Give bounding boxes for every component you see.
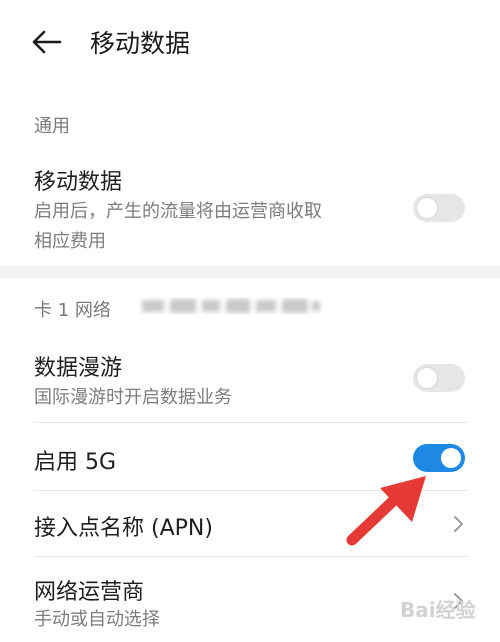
apn-title[interactable]: 接入点名称 (APN): [34, 510, 213, 542]
chevron-right-icon[interactable]: [452, 515, 466, 533]
watermark-text: Bai经验: [400, 598, 476, 622]
toggle-knob: [417, 368, 437, 388]
toggle-knob: [441, 448, 461, 468]
row-divider: [34, 422, 468, 423]
roaming-toggle[interactable]: [413, 364, 465, 392]
mobile-data-description-line1: 启用后，产生的流量将由运营商收取: [34, 201, 322, 222]
mobile-data-toggle[interactable]: [413, 194, 465, 222]
section-title-general: 通用: [34, 116, 70, 137]
toggle-knob: [417, 198, 437, 218]
carrier-title[interactable]: 网络运营商: [34, 574, 144, 606]
section-title-sim1: 卡 1 网络: [34, 300, 111, 321]
back-button[interactable]: [30, 26, 66, 58]
app-header: 移动数据: [0, 0, 500, 86]
arrow-left-icon: [32, 30, 62, 54]
mobile-data-description-line2: 相应费用: [34, 231, 106, 252]
roaming-title: 数据漫游: [34, 356, 123, 381]
mobile-data-title: 移动数据: [34, 170, 123, 195]
page-title: 移动数据: [90, 29, 191, 58]
carrier-description: 手动或自动选择: [34, 609, 160, 630]
row-divider: [34, 556, 468, 557]
annotation-arrow-icon: [346, 466, 436, 550]
carrier-name-redacted: [136, 294, 326, 318]
roaming-description: 国际漫游时开启数据业务: [34, 387, 232, 408]
section-separator: [0, 266, 500, 278]
watermark-logo: Bai经验: [386, 588, 492, 628]
enable-5g-title: 启用 5G: [34, 450, 117, 475]
